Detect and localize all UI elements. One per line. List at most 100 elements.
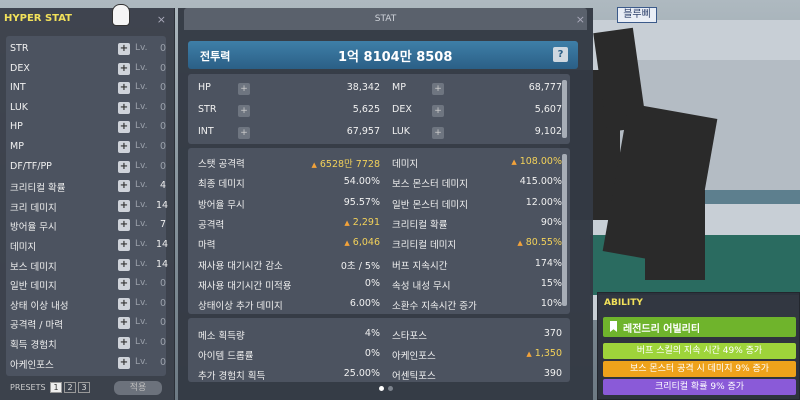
plus-icon[interactable]: +	[118, 356, 130, 369]
plus-icon[interactable]: +	[118, 317, 130, 330]
plus-icon[interactable]: +	[118, 219, 130, 232]
ability-window: ABILITY 레전드리 어빌리티 버프 스킬의 지속 시간 49% 증가 보스…	[597, 292, 800, 400]
level-label: Lv.	[135, 356, 148, 367]
level-label: Lv.	[135, 337, 148, 347]
stat-label: DEX	[392, 104, 412, 115]
stat-value-text: 25.00%	[343, 368, 380, 379]
stat-row: 재사용 대기시간 미적용 0%	[198, 278, 380, 292]
plus-icon[interactable]: +	[238, 105, 250, 117]
plus-icon[interactable]: +	[118, 199, 130, 212]
level-label: Lv.	[135, 239, 148, 249]
stat-row: 어센틱포스 390	[392, 368, 562, 382]
hyper-stat-label: LUK	[10, 101, 29, 113]
ability-grade-label: 레전드리 어빌리티	[623, 324, 701, 335]
plus-icon[interactable]: +	[118, 43, 130, 55]
level-value: 0	[159, 82, 166, 94]
plus-icon[interactable]: +	[118, 160, 130, 173]
bookmark-icon	[610, 321, 617, 332]
apply-button[interactable]: 적용	[114, 381, 162, 395]
stat-value: 0초 / 5%	[341, 258, 380, 272]
stat-window: STAT × 전투력 1억 8104만 8508 ? HP +38,342 MP +6…	[178, 8, 593, 400]
hyper-stat-row: 상태 이상 내성 + Lv. 0	[10, 295, 166, 314]
stat-value: ▲ 1,350	[526, 348, 562, 359]
level-label: Lv.	[135, 278, 148, 289]
stat-value: 0%	[365, 348, 380, 359]
stat-value: ▲ 6528만 7728	[311, 156, 380, 170]
stat-value: 10%	[541, 298, 562, 309]
stat-row: 소환수 지속시간 증가 10%	[392, 298, 562, 312]
basic-stats-box: HP +38,342 MP +68,777 STR +5,625 DEX +5,607 INT +…	[188, 74, 570, 144]
hyper-stat-label: 크리티컬 확률	[10, 183, 66, 195]
plus-icon[interactable]: +	[118, 141, 130, 153]
hyper-stat-label: 획득 경험치	[10, 340, 57, 351]
stat-value-text: 6528만 7728	[319, 159, 380, 170]
plus-icon[interactable]: +	[118, 101, 130, 114]
close-icon[interactable]: ×	[576, 13, 585, 26]
stat-row: 마력 ▲ 6,046	[198, 237, 380, 251]
scrollbar[interactable]	[562, 154, 567, 306]
plus-icon[interactable]: +	[432, 83, 444, 95]
plus-icon[interactable]: +	[118, 180, 130, 193]
level-value: 0	[159, 297, 166, 309]
level-label: Lv.	[135, 160, 148, 171]
stat-label: HP	[198, 82, 211, 93]
close-icon[interactable]: ×	[157, 13, 166, 26]
hyper-stat-row: 방어율 무시 + Lv. 7	[10, 216, 166, 235]
stat-value: 68,777	[529, 82, 562, 93]
preset-button-2[interactable]: 2	[64, 382, 77, 393]
stat-value-text: 6,046	[352, 237, 380, 249]
stat-value-text: 0초 / 5%	[340, 260, 380, 272]
stat-value-text: 5,607	[534, 104, 562, 115]
help-icon[interactable]: ?	[553, 47, 568, 62]
stat-value: 0%	[365, 278, 380, 289]
stat-value: 9,102	[535, 126, 562, 137]
plus-icon[interactable]: +	[118, 62, 130, 75]
stat-value-text: 95.57%	[343, 196, 380, 208]
stat-row: 일반 몬스터 데미지 12.00%	[392, 197, 562, 211]
stat-row: INT +67,957	[198, 126, 380, 140]
stat-row: 아이템 드롭률 0%	[198, 348, 380, 362]
stat-value-text: 390	[543, 368, 562, 379]
stat-label: STR	[198, 104, 217, 115]
page-indicator[interactable]	[377, 383, 395, 394]
level-label: Lv.	[135, 82, 148, 93]
plus-icon[interactable]: +	[118, 258, 130, 271]
plus-icon[interactable]: +	[118, 82, 130, 95]
plus-icon[interactable]: +	[238, 83, 250, 95]
level-label: Lv.	[135, 219, 148, 230]
ability-line-1: 버프 스킬의 지속 시간 49% 증가	[603, 343, 796, 359]
plus-icon[interactable]: +	[118, 337, 130, 349]
stat-value-text: 6.00%	[349, 298, 380, 310]
hyper-stat-row: 공격력 / 마력 + Lv. 0	[10, 314, 166, 333]
hyper-stat-row: MP + Lv. 0	[10, 138, 166, 157]
hyper-stat-row: HP + Lv. 0	[10, 118, 166, 137]
plus-icon[interactable]: +	[432, 105, 444, 117]
plus-icon[interactable]: +	[118, 239, 130, 251]
preset-button-3[interactable]: 3	[78, 382, 91, 393]
stat-value-text: 67,957	[346, 126, 380, 137]
plus-icon[interactable]: +	[238, 127, 250, 139]
preset-button-1[interactable]: 1	[50, 382, 63, 393]
plus-icon[interactable]: +	[118, 121, 130, 134]
level-label: Lv.	[135, 141, 148, 151]
stat-value-text: 370	[543, 328, 562, 339]
plus-icon[interactable]: +	[118, 297, 130, 310]
stat-value: 5,607	[535, 104, 562, 115]
hyper-stat-row: 일반 데미지 + Lv. 0	[10, 275, 166, 294]
stat-title: STAT	[184, 8, 587, 30]
hyper-stat-label: 크리 데미지	[10, 202, 57, 214]
scrollbar[interactable]	[562, 80, 567, 138]
stat-row: 메소 획득량 4%	[198, 328, 380, 342]
stat-row: 보스 몬스터 데미지 415.00%	[392, 176, 562, 190]
page-dot-1[interactable]	[379, 386, 384, 391]
hyper-stat-label: INT	[10, 82, 26, 94]
page-dot-2[interactable]	[388, 386, 393, 391]
stat-value: 15%	[541, 278, 562, 289]
plus-icon[interactable]: +	[118, 278, 130, 291]
stat-row: 크리티컬 데미지 ▲ 80.55%	[392, 237, 562, 251]
plus-icon[interactable]: +	[432, 127, 444, 139]
up-arrow-icon: ▲	[511, 158, 517, 166]
hyper-stat-row: DEX + Lv. 0	[10, 60, 166, 79]
level-value: 14	[156, 199, 169, 211]
stat-row: 크리티컬 확률 90%	[392, 217, 562, 231]
